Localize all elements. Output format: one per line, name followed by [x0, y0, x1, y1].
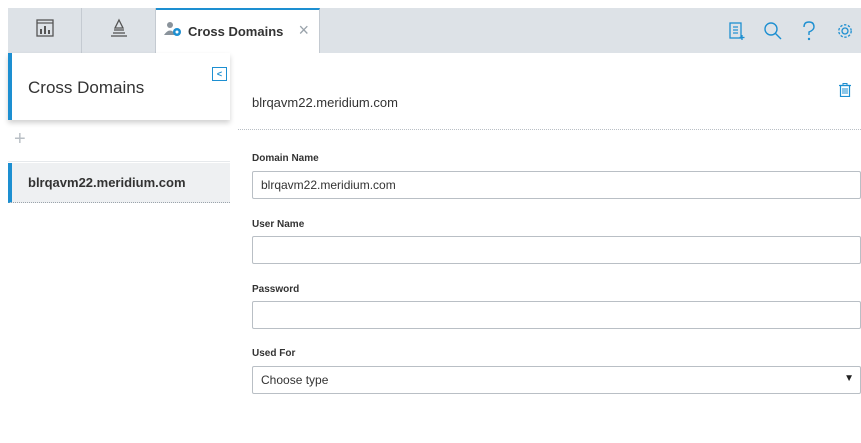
close-tab-icon[interactable]: × — [298, 20, 309, 41]
top-tab-bar: Cross Domains × — [0, 0, 861, 53]
hierarchy-icon — [109, 18, 129, 43]
page-title: blrqavm22.meridium.com — [252, 95, 398, 110]
used-for-select[interactable]: Choose type ▼ — [252, 366, 861, 394]
list-item[interactable]: blrqavm22.meridium.com — [8, 163, 230, 203]
detail-pane: blrqavm22.meridium.com Domain Name User … — [238, 53, 861, 443]
settings-gear-icon[interactable] — [835, 20, 855, 42]
list-item-label: blrqavm22.meridium.com — [28, 175, 186, 190]
user-name-input[interactable] — [252, 236, 861, 264]
search-icon[interactable] — [763, 20, 783, 42]
left-panel-title: Cross Domains — [28, 78, 145, 97]
used-for-label: Used For — [252, 348, 296, 359]
toolbar-right-icons — [727, 8, 855, 53]
detail-header: blrqavm22.meridium.com — [238, 53, 861, 130]
users-gear-icon — [164, 21, 182, 42]
used-for-selected-value: Choose type — [261, 373, 329, 387]
tab-label: Cross Domains — [188, 24, 284, 39]
left-panel: Cross Domains < + blrqavm22.meridium.com — [8, 53, 230, 443]
dashboard-icon — [35, 18, 55, 43]
left-panel-header: Cross Domains < — [8, 53, 230, 120]
tab-hierarchy[interactable] — [82, 8, 156, 53]
password-label: Password — [252, 284, 300, 295]
chevron-down-icon: ▼ — [844, 373, 854, 384]
domain-name-input[interactable] — [252, 171, 861, 199]
tab-cross-domains[interactable]: Cross Domains × — [156, 8, 320, 53]
delete-icon[interactable] — [839, 83, 851, 102]
collapse-panel-icon[interactable]: < — [212, 67, 227, 81]
domain-name-label: Domain Name — [252, 153, 319, 164]
tab-dashboard[interactable] — [8, 8, 82, 53]
password-input[interactable] — [252, 301, 861, 329]
add-domain-row: + — [8, 122, 230, 162]
new-record-icon[interactable] — [727, 20, 747, 42]
help-icon[interactable] — [799, 20, 819, 42]
user-name-label: User Name — [252, 219, 305, 230]
add-domain-button[interactable]: + — [14, 128, 26, 151]
